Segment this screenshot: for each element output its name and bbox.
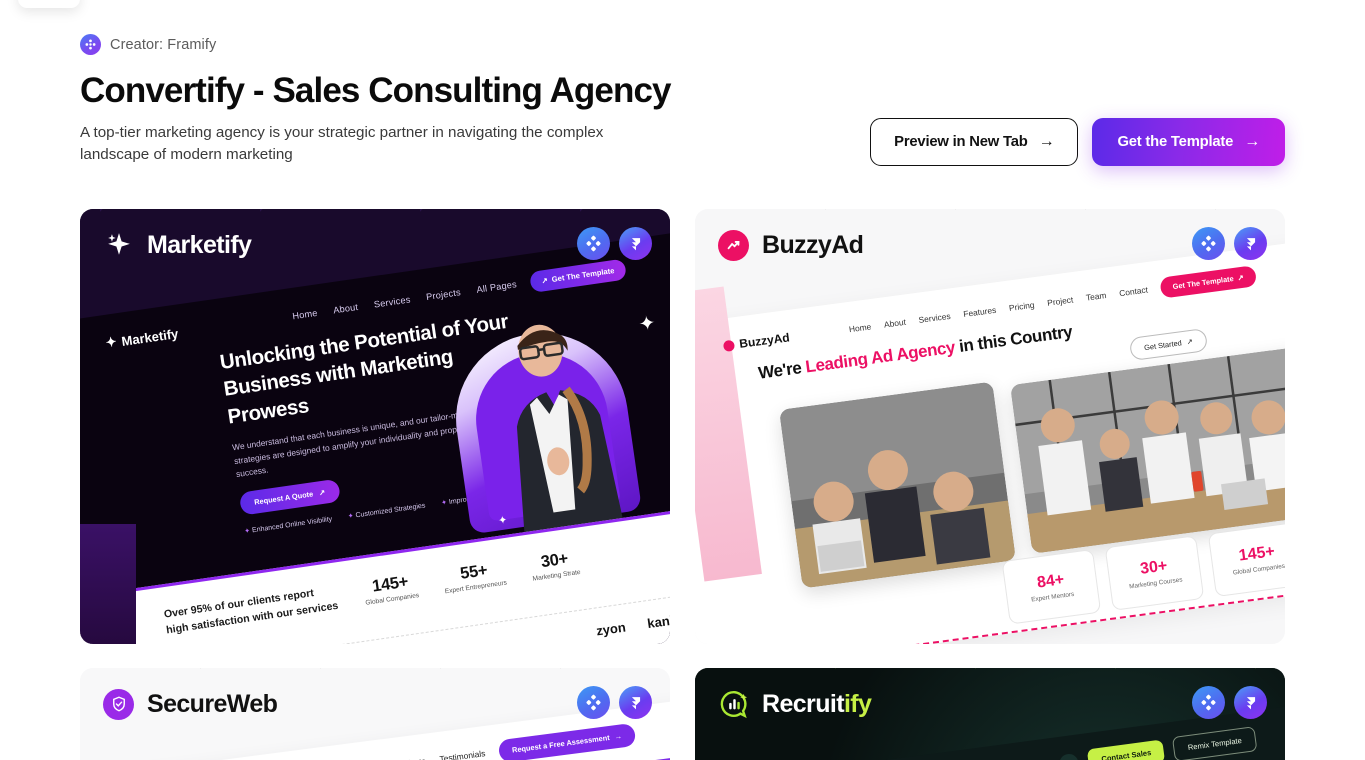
mock-nav-link: Features [963,304,998,320]
partial-top-chip [18,0,80,8]
headline-part1: We're [757,357,807,383]
mock-nav-link: Services [372,294,411,310]
template-card-buzzyad[interactable]: BuzzyAd Home About Services Features Pri… [695,209,1285,644]
mock-nav-logo-text: BuzzyAd [738,330,791,351]
get-template-button-label: Get the Template [1117,134,1234,150]
card-badges [577,686,652,719]
mock-nav-link: Project [1047,294,1075,308]
mock-stats-note: Over 95% of our clients report high sati… [162,587,339,637]
buzzyad-logo-icon [718,229,749,261]
mock-nav-link: Team [1085,290,1108,303]
mock-nav-link: Projects [395,756,426,760]
client-logo: kanba [645,610,670,632]
mock-nav-link: Home [848,321,873,335]
template-card-secureweb[interactable]: Home Services Features Projects Testimon… [80,668,670,760]
mock-nav-link: About [883,316,907,330]
sparkle-icon: ✦ [104,333,118,351]
shield-icon [103,688,134,720]
mock-nav-link: Home [291,307,318,322]
template-card-recruitify[interactable]: Contact Sales Remix Template Recruitify [695,668,1285,760]
card-badges [1192,227,1267,260]
remix-icon[interactable] [1192,686,1225,719]
card-brand-name: Recruitify [762,689,872,718]
mock-hero-cta: Request A Quote ↗ [238,478,341,516]
arrow-right-icon: → [1244,133,1260,150]
sparkle-icon: ✦ [637,312,658,337]
mock-nav-link: All Pages [475,279,518,295]
card-brand-name: BuzzyAd [762,230,864,259]
template-card-marketify[interactable]: ✦ Marketify Home About Services Projects… [80,209,670,644]
remix-icon[interactable] [1192,227,1225,260]
framer-icon[interactable] [1234,227,1267,260]
purple-block-decor [80,524,136,644]
mock-hero-cta-label: Request A Quote [253,489,314,508]
card-brand-name: Marketify [147,230,252,259]
arrow-up-right-icon: ↗ [1186,336,1194,347]
framer-icon[interactable] [619,227,652,260]
arrow-up-right-icon: ↗ [318,487,326,498]
header-actions: Preview in New Tab → Get the Template → [870,118,1285,166]
hamburger-menu-icon [1058,752,1081,760]
mock-nav-logo-text: Marketify [120,325,179,349]
mock-nav-cta-primary: Contact Sales [1087,738,1166,760]
mock-nav-link: Testimonials [439,748,487,760]
buzzyad-logo-icon [723,339,736,352]
businessman-photo [516,324,624,537]
page-title: Convertify - Sales Consulting Agency [80,71,671,110]
mock-nav-logo: ✦ Marketify [104,325,179,351]
sparkle-icon [103,230,134,261]
mock-nav-logo: BuzzyAd [723,330,791,353]
mock-nav-link: Contact [1118,284,1149,299]
remix-icon[interactable] [577,227,610,260]
page-header: Creator: Framify Convertify - Sales Cons… [80,34,1285,166]
sparkle-icon: ✦ [497,514,509,528]
mock-nav-link: Services [918,310,952,326]
card-brand-name: SecureWeb [147,689,278,718]
arrow-right-icon: → [1038,133,1055,150]
framify-logo-icon [80,34,101,55]
mock-nav-link: Pricing [1008,299,1036,313]
template-card-grid: ✦ Marketify Home About Services Projects… [80,209,1285,760]
mock-hero-photo: ✦ ✦ [417,288,670,546]
mock-stat: 145+ Global Companies [1207,521,1285,598]
client-logo: zyon [594,619,627,639]
mock-stat-label: Marketing Courses [1128,576,1183,591]
remix-icon[interactable] [577,686,610,719]
page-subtitle: A top-tier marketing agency is your stra… [80,124,604,163]
preview-button-label: Preview in New Tab [894,134,1028,150]
mock-stat-label: Expert Mentors [1030,590,1075,604]
mock-photo-meeting [779,381,1016,589]
creator-label: Creator: Framify [110,36,217,53]
creator-row: Creator: Framify [80,34,1285,55]
framer-icon[interactable] [1234,686,1267,719]
mock-stat: 145+ Global Companies [362,571,420,607]
mock-stat: 30+ Marketing Courses [1104,535,1205,611]
preview-in-new-tab-button[interactable]: Preview in New Tab → [870,118,1079,166]
mock-nav-link: Projects [425,287,462,303]
get-the-template-button[interactable]: Get the Template → [1092,118,1285,166]
mock-stat-value: 30+ [1139,557,1169,578]
mock-stat: 30+ Marketing Strate [529,548,581,583]
mock-nav-link: About [332,301,359,316]
mock-stat: 84+ Expert Mentors [1001,548,1102,625]
mock-stat: 55+ Expert Entrepreneurs [441,559,507,595]
framer-icon[interactable] [619,686,652,719]
mock-hero-cta-label: Get Started [1143,338,1183,353]
mock-stat-value: 84+ [1036,571,1066,592]
recruitify-logo-icon [718,689,749,720]
card-badges [1192,686,1267,719]
card-badges [577,227,652,260]
mock-stat-value: 145+ [1237,543,1276,565]
